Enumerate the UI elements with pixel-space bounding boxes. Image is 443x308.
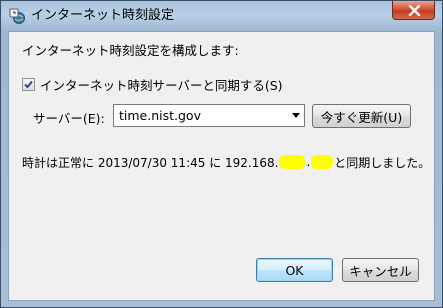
redaction-mark <box>311 155 334 169</box>
sync-checkbox-label[interactable]: インターネット時刻サーバーと同期する(S) <box>40 75 283 94</box>
internet-time-settings-dialog: インターネット時刻設定 インターネット時刻設定を構成します: インターネット時刻… <box>0 0 443 308</box>
ok-button[interactable]: OK <box>256 258 333 282</box>
chevron-down-icon[interactable] <box>292 113 300 118</box>
dialog-heading: インターネット時刻設定を構成します: <box>22 43 239 58</box>
status-text-prefix: 時計は正常に 2013/07/30 11:45 に 192.168. <box>22 155 279 170</box>
title-bar[interactable]: インターネット時刻設定 <box>1 1 442 31</box>
close-button[interactable] <box>392 1 435 20</box>
window-title: インターネット時刻設定 <box>31 8 175 23</box>
sync-option[interactable]: インターネット時刻サーバーと同期する(S) <box>22 75 283 94</box>
checkmark-icon <box>24 80 33 88</box>
cancel-button[interactable]: キャンセル <box>342 258 419 282</box>
server-combobox[interactable]: time.nist.gov <box>113 104 305 127</box>
status-text-suffix: と同期しました。 <box>334 155 431 170</box>
sync-checkbox[interactable] <box>22 77 35 91</box>
status-message: 時計は正常に 2013/07/30 11:45 に 192.168. . と同期… <box>22 155 431 170</box>
server-label: サーバー(E): <box>33 111 105 126</box>
dialog-content: インターネット時刻設定を構成します: インターネット時刻サーバーと同期する(S)… <box>8 31 435 301</box>
update-now-button[interactable]: 今すぐ更新(U) <box>312 104 411 128</box>
redaction-mark <box>279 155 306 169</box>
server-value[interactable]: time.nist.gov <box>119 108 201 123</box>
close-icon <box>408 5 421 16</box>
clock-globe-icon <box>9 8 25 24</box>
